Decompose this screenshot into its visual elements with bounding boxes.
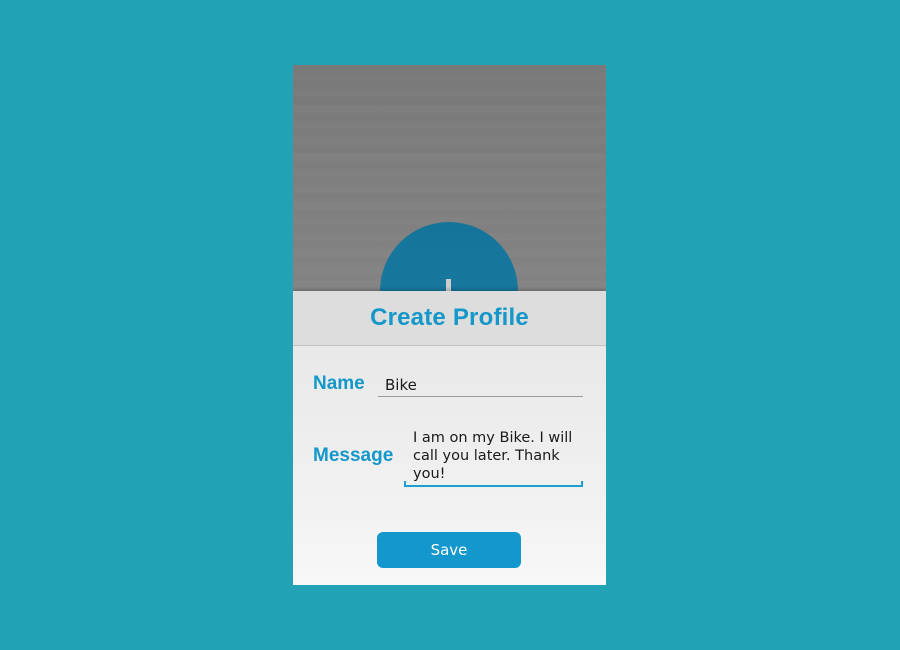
message-text: I am on my Bike. I will call you later. … [413, 430, 573, 482]
message-label: Message [313, 445, 394, 466]
dialog-header: Create Profile [293, 291, 606, 346]
create-profile-dialog: Create Profile Name Message I am on my B… [293, 291, 606, 585]
background-screen [293, 65, 606, 292]
save-button[interactable]: Save [377, 532, 521, 568]
background-circle-icon [380, 222, 518, 292]
phone-screen: Create Profile Name Message I am on my B… [293, 65, 606, 585]
name-input[interactable] [378, 373, 583, 397]
message-input[interactable]: I am on my Bike. I will call you later. … [404, 429, 583, 487]
name-label: Name [313, 373, 365, 394]
dialog-title: Create Profile [370, 304, 529, 331]
